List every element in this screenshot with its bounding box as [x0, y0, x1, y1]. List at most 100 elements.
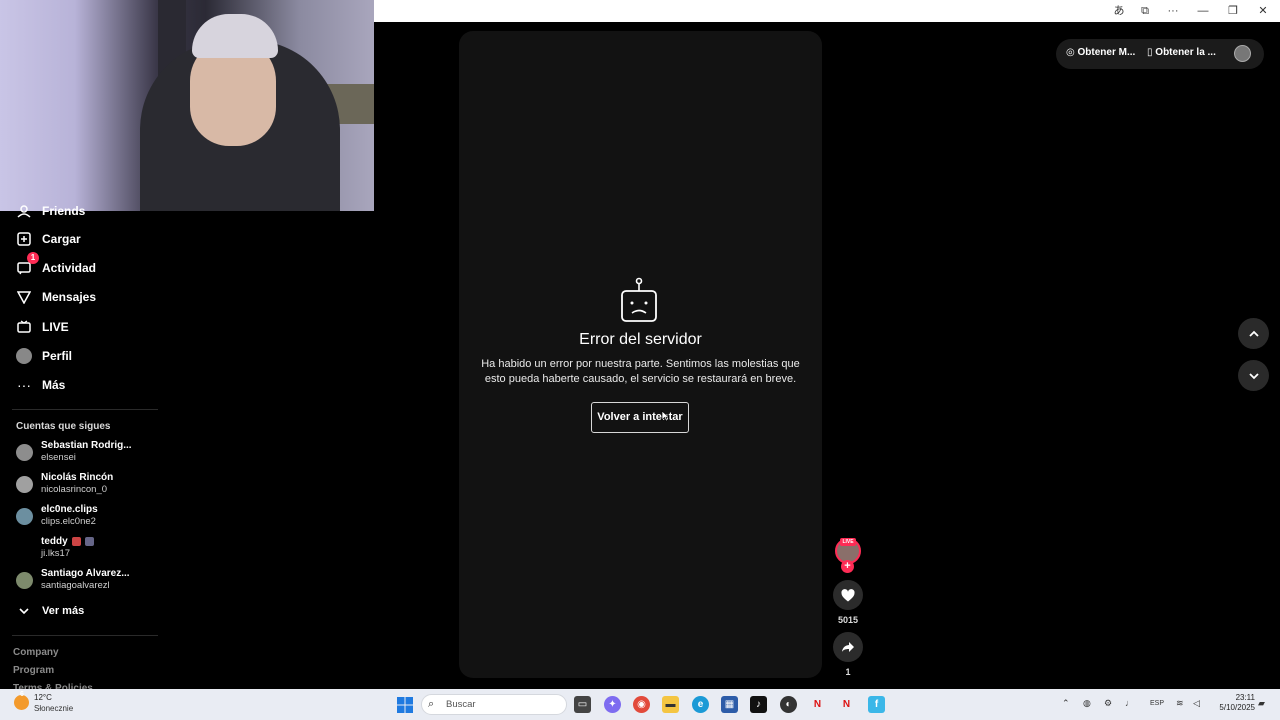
share-button[interactable]: [833, 632, 863, 662]
weather-description: Słonecznie: [34, 704, 74, 713]
mouse-cursor-icon: [661, 410, 669, 422]
account-handle: ji.lks17: [41, 548, 71, 559]
sidebar-item-label: Mensajes: [42, 290, 97, 304]
get-pc-app-label: Obtener M...: [1077, 47, 1136, 58]
volume-icon[interactable]: ◁: [1193, 698, 1200, 709]
sidebar-divider: [12, 409, 158, 410]
taskbar: 6 12°C Słonecznie ⌕ Buscar ▭ ✦ ◉ ▬ e ▦ ♪…: [0, 689, 1280, 720]
get-mobile-app-link[interactable]: ▯ Obtener la ...: [1147, 47, 1216, 58]
account-name: teddy: [41, 536, 68, 547]
emoji-icon: [72, 537, 81, 546]
task-view-icon[interactable]: ▭: [574, 696, 591, 713]
sidebar-item-more[interactable]: ··· Más: [0, 373, 160, 397]
error-message-line: Ha habido un error por nuestra parte. Se…: [481, 358, 800, 370]
minimize-button[interactable]: —: [1194, 3, 1212, 19]
sidebar-item-label: Friends: [42, 204, 86, 218]
weather-badge: 6: [20, 691, 24, 698]
profile-avatar[interactable]: [1234, 45, 1251, 62]
clock-time: 23:11: [1235, 693, 1255, 702]
error-title: Error del servidor: [579, 331, 702, 348]
wifi-icon[interactable]: ≋: [1176, 698, 1184, 709]
edge-icon[interactable]: e: [692, 696, 709, 713]
sidebar-item-activity[interactable]: 1 Actividad: [0, 252, 160, 280]
sidebar-item-label: Cargar: [42, 232, 81, 246]
sidebar-divider: [12, 635, 158, 636]
account-name: Sebastian Rodrig...: [41, 440, 132, 451]
account-handle: santiagoalvarezl: [41, 580, 110, 591]
video-panel: [459, 31, 822, 678]
footer-link-program[interactable]: Program: [13, 665, 54, 676]
chrome-icon[interactable]: ◉: [633, 696, 650, 713]
sidebar-item-label: LIVE: [42, 320, 69, 334]
chevron-down-icon: [1248, 372, 1259, 379]
error-message-line: esto pueda haberte causado, el servicio …: [484, 373, 797, 385]
like-count: 5015: [837, 615, 859, 625]
like-button[interactable]: [833, 580, 863, 610]
browser-menu-icon[interactable]: ···: [1164, 3, 1182, 19]
upload-icon: [15, 230, 33, 248]
next-video-button[interactable]: [1238, 360, 1269, 391]
live-icon: [15, 318, 33, 336]
weather-temperature: 12°C: [34, 693, 52, 702]
see-more-label: Ver más: [42, 605, 85, 617]
store-icon[interactable]: ▦: [721, 696, 738, 713]
see-more-button[interactable]: Ver más: [0, 599, 160, 623]
sidebar-item-live[interactable]: LIVE: [0, 315, 160, 339]
get-pc-app-link[interactable]: ◎ Obtener M...: [1066, 47, 1135, 58]
notification-icon[interactable]: ▰: [1258, 698, 1265, 709]
previous-video-button[interactable]: [1238, 318, 1269, 349]
copilot-icon[interactable]: ✦: [604, 696, 621, 713]
error-message: Ha habido un error por nuestra parte. Se…: [470, 357, 811, 387]
avatar: [16, 572, 33, 589]
app-icon[interactable]: ◐: [780, 696, 797, 713]
sidebar-item-friends[interactable]: Friends: [0, 199, 160, 223]
sidebar-item-messages[interactable]: Mensajes: [0, 285, 160, 309]
restore-button[interactable]: ❐: [1224, 3, 1242, 19]
netflix-icon[interactable]: N: [838, 696, 855, 713]
webcam-person-cap: [192, 14, 278, 58]
followed-account[interactable]: elc0ne.clips clips.elc0ne2: [0, 504, 160, 532]
account-name: Santiago Alvarez...: [41, 568, 130, 579]
sidebar-item-profile[interactable]: Perfil: [0, 344, 160, 368]
followed-account[interactable]: Sebastian Rodrig... elsensei: [0, 440, 160, 468]
language-indicator[interactable]: ESP: [1150, 700, 1164, 707]
follow-plus-button[interactable]: +: [841, 560, 854, 573]
account-handle: nicolasrincon_0: [41, 484, 108, 495]
taskbar-search[interactable]: ⌕ Buscar: [421, 694, 567, 715]
tiktok-icon[interactable]: ♪: [750, 696, 767, 713]
phone-icon: ▯: [1147, 47, 1153, 58]
app-icon[interactable]: f: [868, 696, 885, 713]
chevron-up-icon[interactable]: ⌃: [1062, 698, 1070, 709]
translate-icon[interactable]: あ: [1110, 3, 1128, 19]
footer-link-company[interactable]: Company: [13, 647, 59, 658]
webcam-overlay: [0, 0, 374, 211]
account-handle: clips.elc0ne2: [41, 516, 96, 527]
following-title: Cuentas que sigues: [16, 421, 111, 432]
heart-icon: [841, 588, 855, 601]
clock-date: 5/10/2025: [1219, 703, 1255, 712]
windows-start-icon[interactable]: [397, 697, 413, 713]
sidebar-item-upload[interactable]: Cargar: [0, 227, 160, 251]
sidebar-item-label: Actividad: [42, 261, 97, 275]
search-placeholder: Buscar: [446, 699, 476, 710]
avatar: [16, 508, 33, 525]
retry-button[interactable]: Volver a intentar: [591, 402, 689, 433]
profile-icon: [15, 347, 33, 365]
followed-account[interactable]: Nicolás Rincón nicolasrincon_0: [0, 472, 160, 500]
activity-badge: 1: [27, 252, 39, 264]
tray-app-icon[interactable]: ◍: [1083, 698, 1091, 709]
avatar: [16, 540, 33, 557]
emoji-icon: [85, 537, 94, 546]
split-screen-icon[interactable]: ⧉: [1136, 3, 1154, 19]
microphone-icon[interactable]: ♩: [1125, 698, 1134, 708]
close-button[interactable]: ✕: [1254, 3, 1272, 19]
followed-account[interactable]: teddy ji.lks17: [0, 536, 160, 564]
file-explorer-icon[interactable]: ▬: [662, 696, 679, 713]
friends-icon: [15, 202, 33, 220]
search-icon: ⌕: [428, 698, 435, 710]
tray-app-icon[interactable]: ⚙: [1104, 698, 1112, 709]
netflix-icon[interactable]: N: [809, 696, 826, 713]
followed-account[interactable]: Santiago Alvarez... santiagoalvarezl: [0, 568, 160, 596]
sidebar-item-label: Perfil: [42, 349, 73, 363]
taskbar-clock[interactable]: 23:11 5/10/2025: [1213, 693, 1255, 713]
